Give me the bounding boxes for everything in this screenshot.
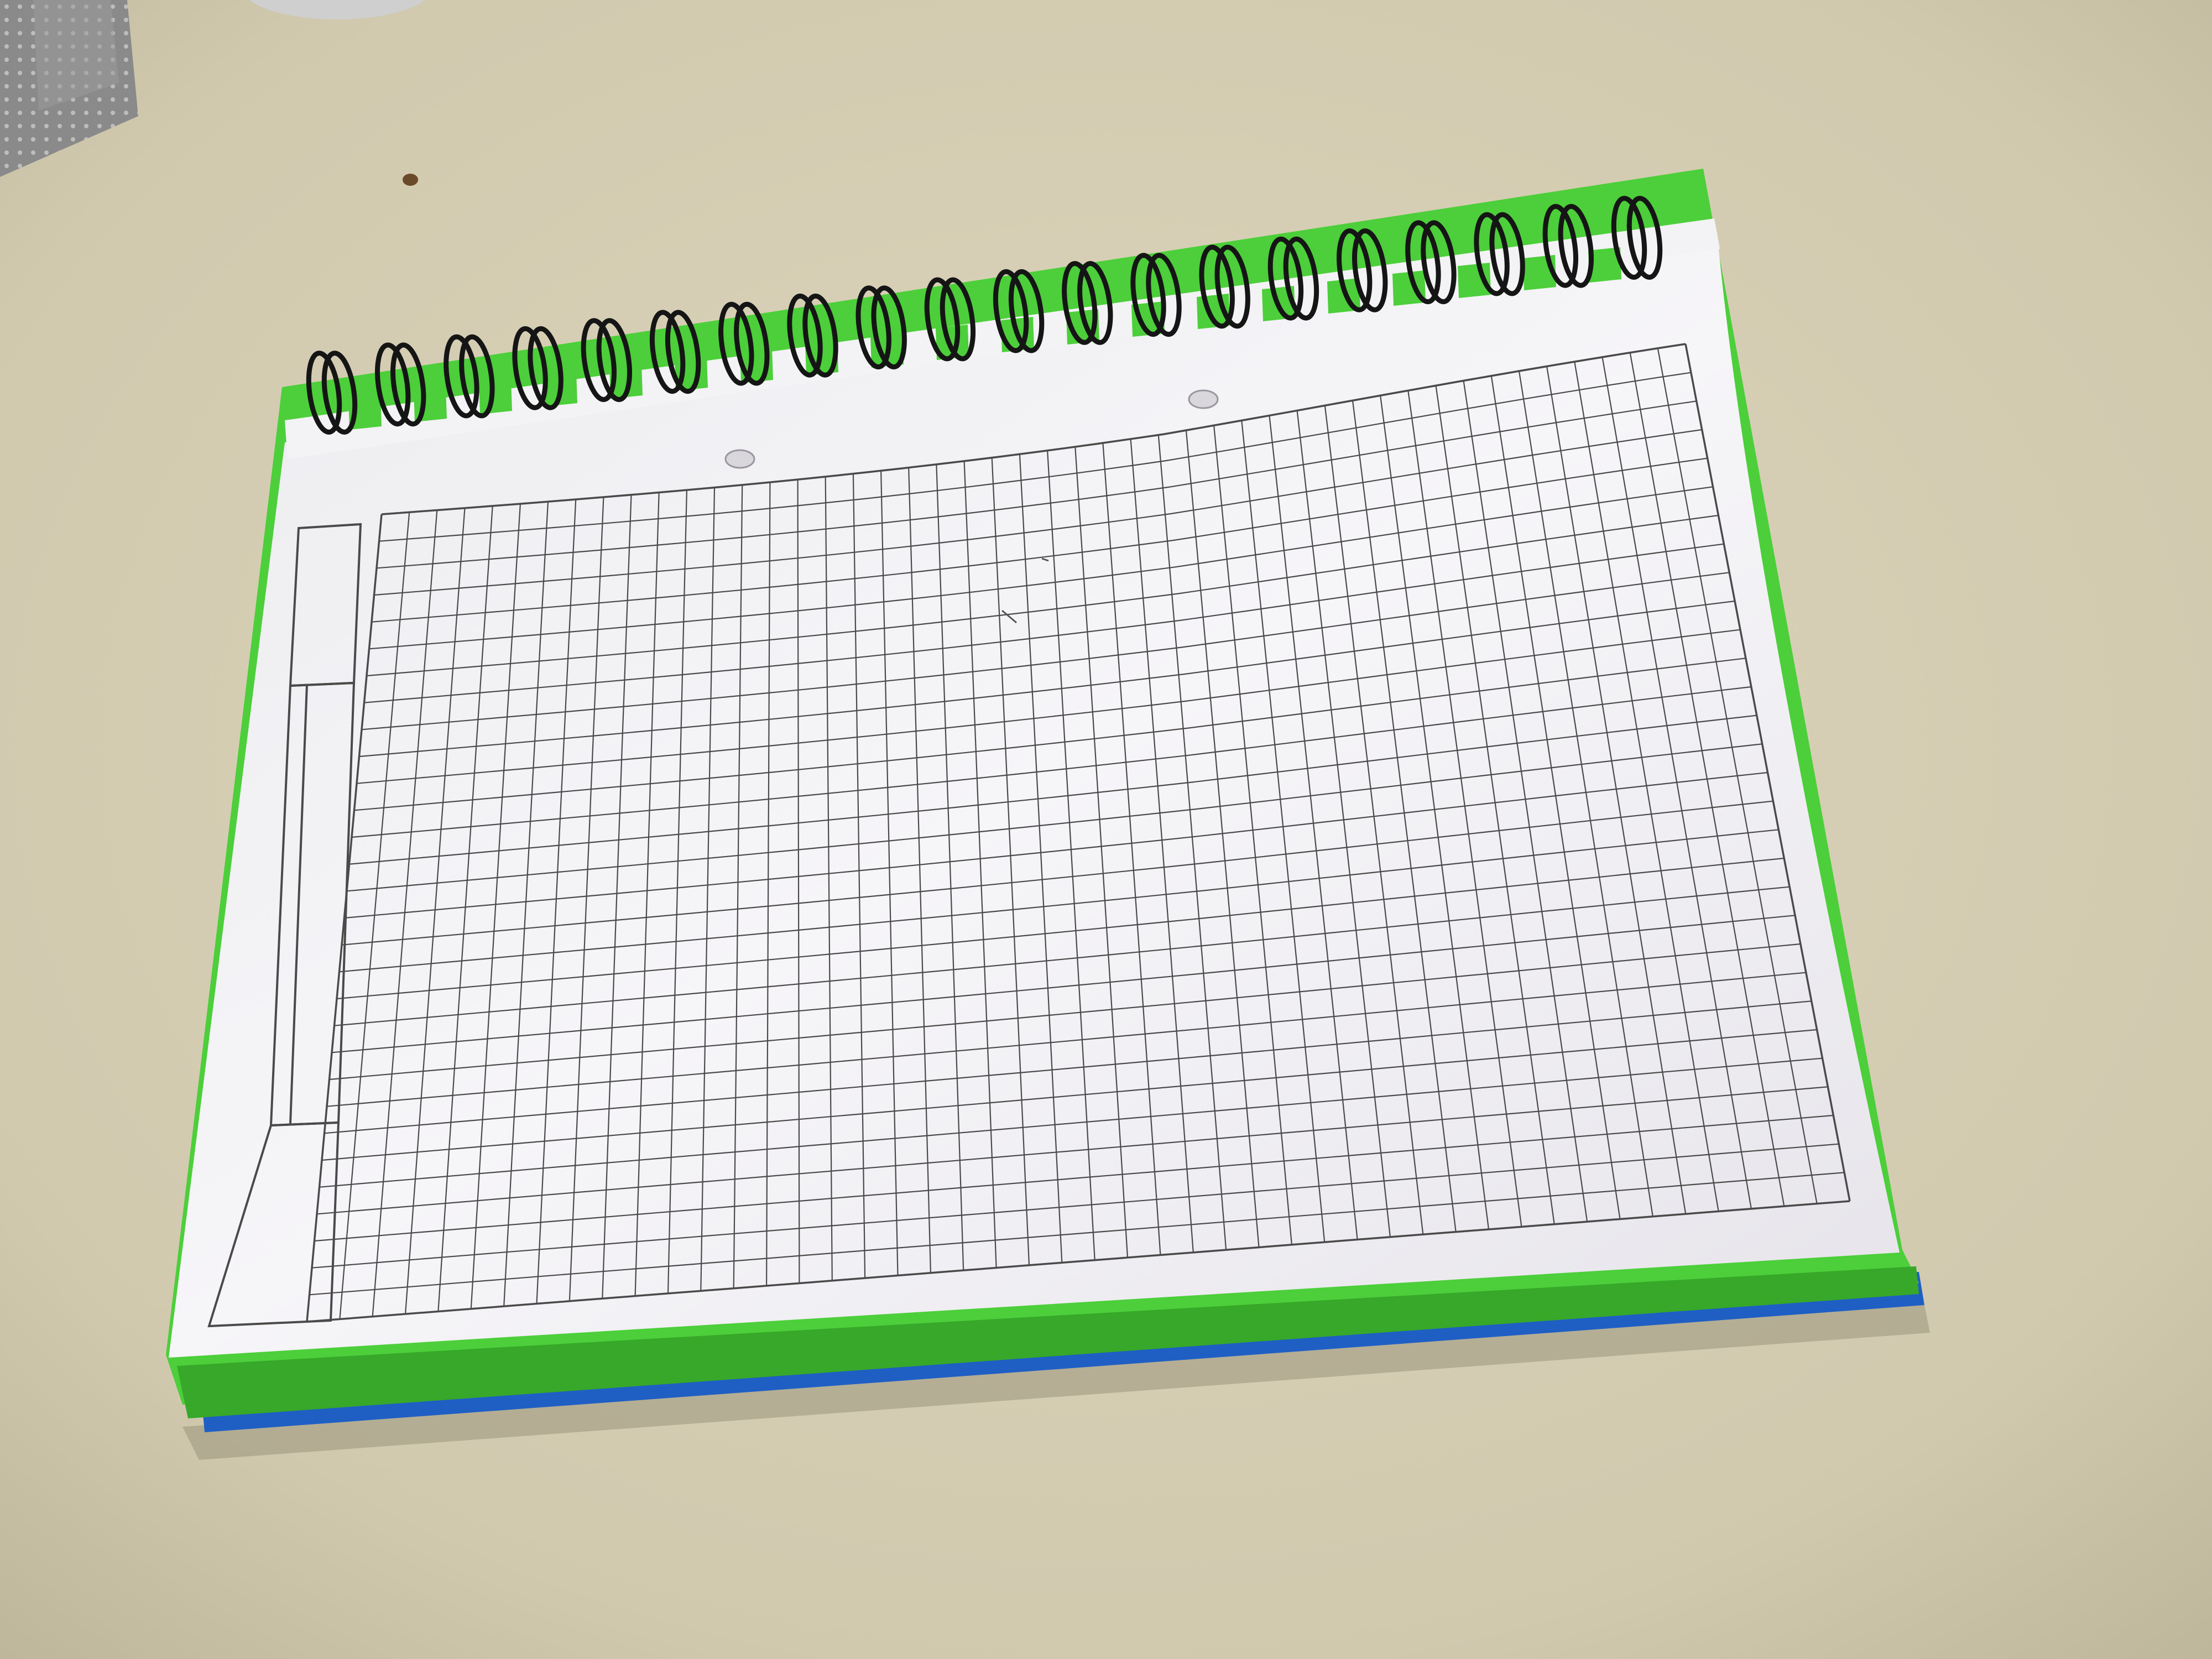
notebook-photo bbox=[0, 0, 2212, 1659]
punch-hole bbox=[1188, 389, 1219, 409]
punch-hole bbox=[724, 449, 755, 469]
desk-crumb bbox=[403, 174, 418, 186]
spine-tab bbox=[479, 379, 512, 414]
